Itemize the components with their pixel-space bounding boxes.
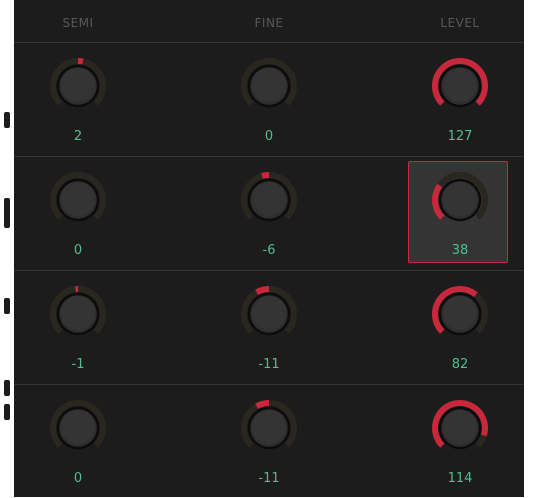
edge-mark (0, 212, 10, 230)
knob-row: 0 -6 38 (14, 157, 524, 271)
fine-value: -11 (219, 471, 319, 486)
fine-knob-cell: 0 (219, 43, 319, 156)
level-value: 82 (410, 357, 510, 372)
knob-row: -1 -11 82 (14, 271, 524, 385)
semi-value: -1 (28, 357, 128, 372)
col-header-semi: SEMI (18, 16, 138, 30)
level-knob-cell: 38 (410, 157, 510, 270)
knob-face (61, 296, 95, 330)
knob-value-arc (257, 403, 269, 406)
fine-knob[interactable] (239, 284, 299, 344)
left-edge (0, 0, 14, 497)
col-header-fine: FINE (209, 16, 329, 30)
level-knob[interactable] (430, 170, 490, 230)
semi-knob[interactable] (48, 284, 108, 344)
edge-mark (0, 112, 10, 130)
fine-value: 0 (219, 129, 319, 144)
fine-value: -11 (219, 357, 319, 372)
level-knob[interactable] (430, 284, 490, 344)
knob-face (443, 182, 477, 216)
column-header: SEMI FINE LEVEL (14, 0, 524, 43)
fine-knob-cell: -11 (219, 385, 319, 498)
knob-face (443, 296, 477, 330)
knob-face (252, 182, 286, 216)
knob-face (252, 296, 286, 330)
knob-panel: SEMI FINE LEVEL 2 0 127 0 -6 38 -1 -11 82 0 -11 114 (14, 0, 524, 497)
semi-knob-cell: -1 (28, 271, 128, 384)
edge-mark (0, 298, 10, 316)
col-header-level: LEVEL (400, 16, 520, 30)
level-knob-cell: 127 (410, 43, 510, 156)
level-knob[interactable] (430, 398, 490, 458)
semi-value: 0 (28, 243, 128, 258)
knob-row: 0 -11 114 (14, 385, 524, 498)
knob-face (61, 68, 95, 102)
edge-mark (0, 404, 10, 422)
fine-knob-cell: -11 (219, 271, 319, 384)
knob-face (61, 182, 95, 216)
semi-value: 0 (28, 471, 128, 486)
fine-knob[interactable] (239, 56, 299, 116)
semi-knob[interactable] (48, 56, 108, 116)
knob-face (252, 410, 286, 444)
knob-face (443, 410, 477, 444)
knob-value-arc (257, 289, 269, 292)
knob-face (443, 68, 477, 102)
semi-knob-cell: 0 (28, 385, 128, 498)
level-knob-cell: 82 (410, 271, 510, 384)
semi-value: 2 (28, 129, 128, 144)
level-knob[interactable] (430, 56, 490, 116)
semi-knob[interactable] (48, 170, 108, 230)
level-value: 38 (410, 243, 510, 258)
knob-value-arc (262, 175, 269, 176)
fine-knob[interactable] (239, 398, 299, 458)
fine-knob-cell: -6 (219, 157, 319, 270)
fine-value: -6 (219, 243, 319, 258)
level-knob-cell: 114 (410, 385, 510, 498)
edge-mark (0, 380, 10, 398)
semi-knob-cell: 0 (28, 157, 128, 270)
knob-face (252, 68, 286, 102)
level-value: 114 (410, 471, 510, 486)
semi-knob-cell: 2 (28, 43, 128, 156)
knob-face (61, 410, 95, 444)
level-value: 127 (410, 129, 510, 144)
right-edge (524, 0, 538, 497)
knob-row: 2 0 127 (14, 43, 524, 157)
semi-knob[interactable] (48, 398, 108, 458)
fine-knob[interactable] (239, 170, 299, 230)
